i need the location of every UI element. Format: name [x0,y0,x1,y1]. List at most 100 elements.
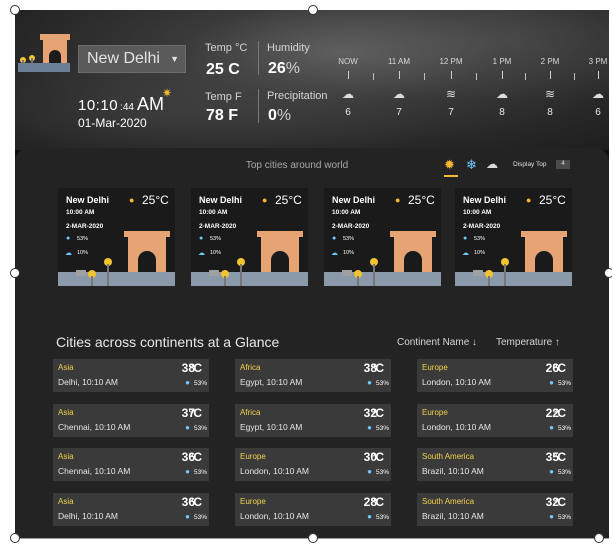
tile-continent: South America [422,497,475,506]
precipitation-icon: ☁ [65,250,72,257]
hour-value: 7 [396,107,402,118]
tile-continent: Asia [58,452,74,461]
time-hour-minute: 10:10 [78,97,119,114]
metric-divider [258,41,259,75]
display-top-input[interactable]: 4 [556,160,570,169]
continent-tile[interactable]: Asia Chennai, 10:10 AM 36 °C ● 53% [53,448,209,481]
sort-temperature-button[interactable]: Temperature ↑ [496,337,560,348]
continent-tile[interactable]: South America Brazil, 10:10 AM 35 °C ● 5… [417,448,573,481]
humidity-drop-icon: ● [199,235,204,242]
continent-tile[interactable]: Africa Egypt, 10:10 AM 32 °C ● 53% [235,404,391,437]
card-precipitation: 10% [210,250,222,256]
tile-humidity: 53% [557,469,571,476]
hour-tick [398,71,400,79]
resize-handle[interactable] [10,268,20,278]
card-temperature: 25°C [142,193,169,207]
tile-city-time: Chennai, 10:10 AM [58,466,131,476]
current-date: 01-Mar-2020 [78,116,147,130]
card-humidity: 53% [343,236,355,242]
card-time: 10:00 AM [199,209,228,216]
tile-degree-unit: °C [188,450,202,464]
continent-tile[interactable]: Europe London, 10:10 AM 26 °C ● 53% [417,359,573,392]
hour-label: 3 PM [588,57,608,66]
tile-degree-unit: °C [370,450,384,464]
tile-degree-unit: °C [188,495,202,509]
continent-tile[interactable]: Asia Delhi, 10:10 AM 38 °C ● 53% [53,359,209,392]
tile-degree-unit: °C [552,406,566,420]
hour-label: 11 AM [387,57,411,66]
continent-tile[interactable]: Europe London, 10:10 AM 28 °C ● 53% [235,493,391,526]
tile-city-time: Brazil, 10:10 AM [422,511,484,521]
current-time: 10:10:44 AM ✷ [78,86,172,115]
tile-continent: Asia [58,408,74,417]
temp-c-label: Temp °C [205,42,248,54]
card-precipitation: 10% [343,250,355,256]
card-city-name: New Delhi [463,195,507,205]
main-panel: Top cities around world ✹ ❄ ☁ Display To… [15,148,609,538]
continent-tile[interactable]: Europe London, 10:10 AM 30 °C ● 53% [235,448,391,481]
resize-handle[interactable] [594,533,604,543]
tile-city-time: Delhi, 10:10 AM [58,377,119,387]
hourly-item: 3 PM ☁ 6 [578,57,609,118]
card-city-name: New Delhi [199,195,243,205]
cloud-rain-icon: ☁ [496,87,508,101]
windy-icon: ≋ [544,87,556,101]
humidity-drop-icon: ● [66,235,71,242]
tile-humidity: 53% [193,425,207,432]
hourly-item: NOW ☁ 6 [328,57,368,118]
weather-header: New Delhi ▼ 10:10:44 AM ✷ 01-Mar-2020 Tem… [15,10,609,150]
cloud-rain-icon: ☁ [342,87,354,101]
hour-tick [347,71,349,79]
continent-tile[interactable]: Asia Chennai, 10:10 AM 37 °C ● 53% [53,404,209,437]
precipitation-icon: ☁ [331,250,338,257]
sun-icon[interactable]: ✹ [444,157,455,173]
humidity-drop-icon: ● [549,467,554,476]
continent-tile[interactable]: Africa Egypt, 10:10 AM 38 °C ● 53% [235,359,391,392]
continent-tile[interactable]: Asia Delhi, 10:10 AM 36 °C ● 53% [53,493,209,526]
precipitation-icon: ☁ [198,250,205,257]
selected-preference-underline [444,175,458,177]
sort-continent-button[interactable]: Continent Name ↓ [397,337,477,348]
card-temperature: 25°C [408,193,435,207]
hour-tick [450,71,452,79]
metric-divider [258,89,259,123]
tile-degree-unit: °C [370,495,384,509]
tile-city-time: Brazil, 10:10 AM [422,466,484,476]
tile-city-time: London, 10:10 AM [422,422,492,432]
sun-icon: ● [526,195,532,205]
city-card[interactable]: New Delhi ● 25°C 10:00 AM 2-MAR-2020 ● 5… [324,188,441,286]
continent-tile[interactable]: South America Brazil, 10:10 AM 32 °C ● 5… [417,493,573,526]
card-date: 2-MAR-2020 [463,223,501,230]
hour-value: 8 [499,107,505,118]
city-card[interactable]: New Delhi ● 25°C 10:00 AM 2-MAR-2020 ● 5… [191,188,308,286]
resize-handle[interactable] [10,5,20,15]
snowflake-icon[interactable]: ❄ [466,157,477,173]
card-temperature: 25°C [539,193,566,207]
humidity-drop-icon: ● [549,512,554,521]
resize-handle[interactable] [604,268,612,278]
humidity-drop-icon: ● [549,423,554,432]
city-card[interactable]: New Delhi ● 25°C 10:00 AM 2-MAR-2020 ● 5… [58,188,175,286]
card-date: 2-MAR-2020 [66,223,104,230]
hourly-item: 2 PM ≋ 8 [530,57,570,118]
time-ampm: AM [136,94,164,114]
tile-city-time: Delhi, 10:10 AM [58,511,119,521]
card-humidity: 53% [210,236,222,242]
hour-tick [597,71,599,79]
time-seconds: :44 [120,102,134,113]
resize-handle[interactable] [308,5,318,15]
city-card[interactable]: New Delhi ● 25°C 10:00 AM 2-MAR-2020 ● 5… [455,188,572,286]
city-select[interactable]: New Delhi ▼ [78,45,186,73]
hour-label: 1 PM [492,57,512,66]
resize-handle[interactable] [308,533,318,543]
rain-cloud-icon[interactable]: ☁ [486,157,498,171]
tile-degree-unit: °C [552,361,566,375]
windy-icon: ≋ [445,87,457,101]
tile-humidity: 53% [193,469,207,476]
continent-tile[interactable]: Europe London, 10:10 AM 22 °C ● 53% [417,404,573,437]
humidity-drop-icon: ● [185,512,190,521]
tile-degree-unit: °C [552,495,566,509]
resize-handle[interactable] [10,533,20,543]
cloud-rain-icon: ☁ [393,87,405,101]
tile-city-time: Chennai, 10:10 AM [58,422,131,432]
